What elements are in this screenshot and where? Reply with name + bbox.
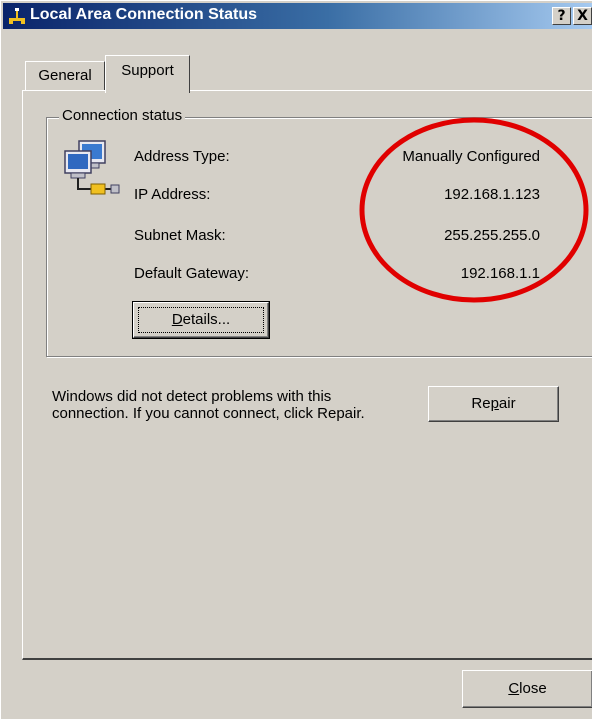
address-type-label: Address Type: <box>134 148 230 165</box>
subnet-mask-label: Subnet Mask: <box>134 227 226 244</box>
details-button-label: Details... <box>138 307 264 333</box>
tab-support-label: Support <box>121 62 174 79</box>
help-button[interactable]: ? <box>552 7 571 25</box>
network-connection-icon <box>8 7 26 25</box>
repair-button[interactable]: Repair <box>428 386 559 422</box>
close-window-button[interactable]: X <box>573 7 592 25</box>
dialog-window: Local Area Connection Status ? X General… <box>0 0 592 719</box>
repair-message: Windows did not detect problems with thi… <box>52 388 365 422</box>
ip-address-value: 192.168.1.123 <box>444 186 540 203</box>
window-title: Local Area Connection Status <box>30 6 257 23</box>
title-bar[interactable]: Local Area Connection Status ? X <box>3 3 592 29</box>
subnet-mask-value: 255.255.255.0 <box>444 227 540 244</box>
default-gateway-value: 192.168.1.1 <box>460 265 540 282</box>
details-button[interactable]: Details... <box>132 301 270 339</box>
ip-address-label: IP Address: <box>134 186 211 203</box>
close-button[interactable]: Close <box>462 670 592 708</box>
tab-support[interactable]: Support <box>105 55 190 93</box>
network-computers-icon <box>63 139 123 197</box>
default-gateway-label: Default Gateway: <box>134 265 250 282</box>
address-type-value: Manually Configured <box>402 148 540 165</box>
tab-general-label: General <box>38 67 92 84</box>
tab-general[interactable]: General <box>25 61 105 91</box>
connection-status-title: Connection status <box>59 107 186 124</box>
